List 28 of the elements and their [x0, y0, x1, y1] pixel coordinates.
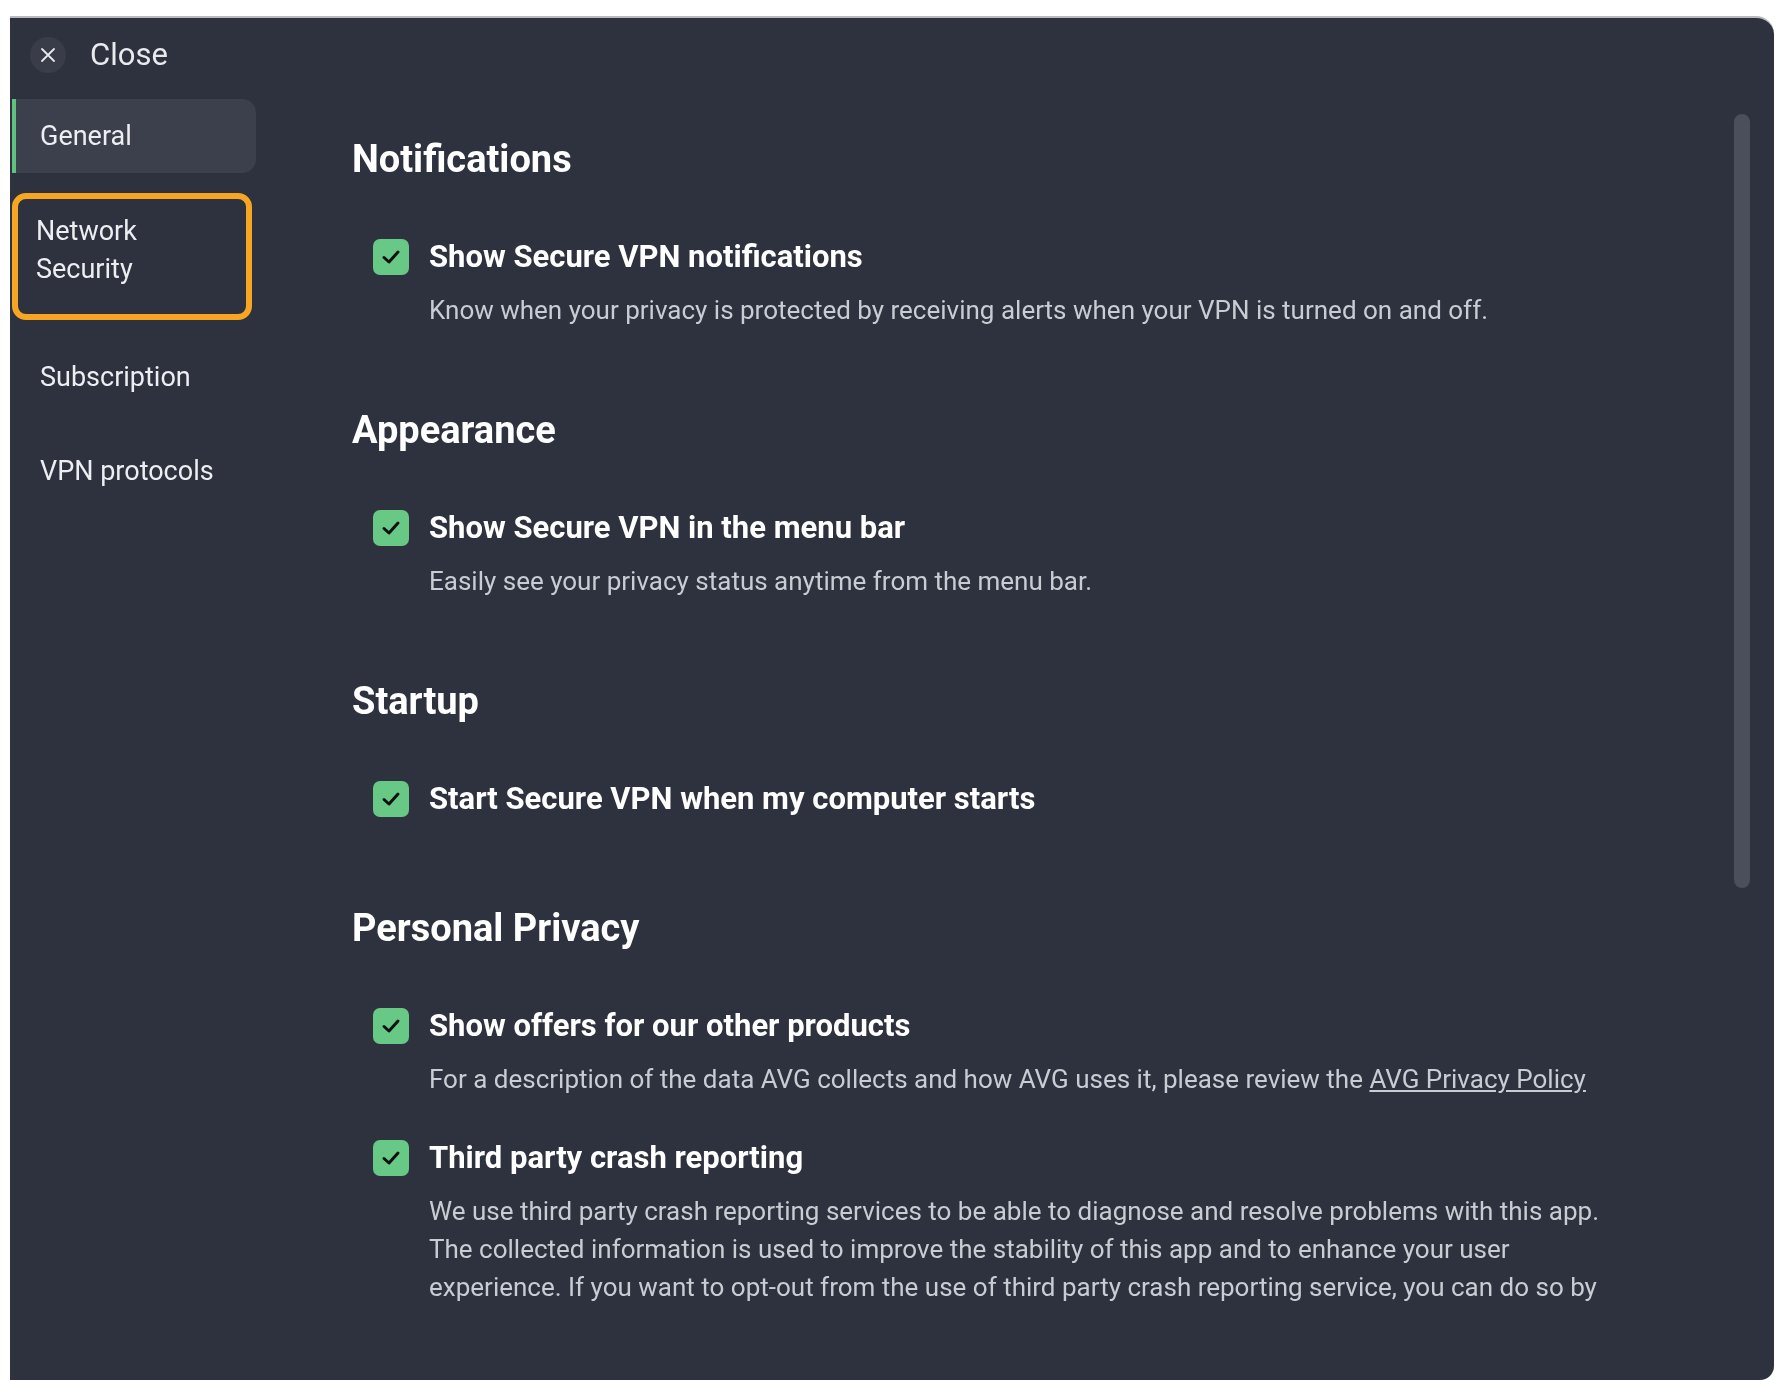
option-description: experience. If you want to opt-out from the use of third party crash reporting service, you can do so by	[428, 1271, 1598, 1304]
checkbox[interactable]	[373, 1008, 409, 1044]
close-button[interactable]: Close	[12, 36, 168, 73]
sidebar-item[interactable]: Network Security	[12, 193, 252, 320]
section-heading: Startup	[352, 678, 480, 724]
option-description: Easily see your privacy status anytime from the menu bar.	[428, 565, 1094, 598]
option-description: The collected information is used to improve the stability of this app and to enhance your user	[428, 1233, 1511, 1266]
scrollbar-thumb[interactable]	[1734, 114, 1750, 888]
option-label: Show Secure VPN in the menu bar	[429, 508, 906, 548]
close-icon	[30, 36, 66, 73]
option-label: Show Secure VPN notifications	[429, 237, 863, 277]
sidebar-item[interactable]: VPN protocols	[12, 434, 256, 508]
checkbox[interactable]	[373, 510, 409, 546]
section-heading: Personal Privacy	[352, 905, 641, 951]
option-description: We use third party crash reporting services to be able to diagnose and resolve problems with this app.	[428, 1195, 1600, 1228]
option-label: Show offers for our other products	[429, 1006, 911, 1046]
option-label: Third party crash reporting	[429, 1138, 804, 1178]
checkbox[interactable]	[373, 239, 409, 275]
option-description: For a description of the data AVG collects and how AVG uses it, please review the AVG Privacy Policy	[428, 1063, 1587, 1096]
option-description: Know when your privacy is protected by receiving alerts when your VPN is turned on and off.	[428, 294, 1490, 327]
option-label: Start Secure VPN when my computer starts	[429, 779, 1036, 819]
privacy-policy-link[interactable]: AVG Privacy Policy	[1369, 1064, 1586, 1094]
sidebar-item[interactable]: Subscription	[12, 340, 256, 414]
checkbox[interactable]	[373, 781, 409, 817]
checkbox[interactable]	[373, 1140, 409, 1176]
section-heading: Appearance	[352, 407, 557, 453]
sidebar-item[interactable]: General	[12, 99, 256, 173]
section-heading: Notifications	[352, 136, 573, 182]
